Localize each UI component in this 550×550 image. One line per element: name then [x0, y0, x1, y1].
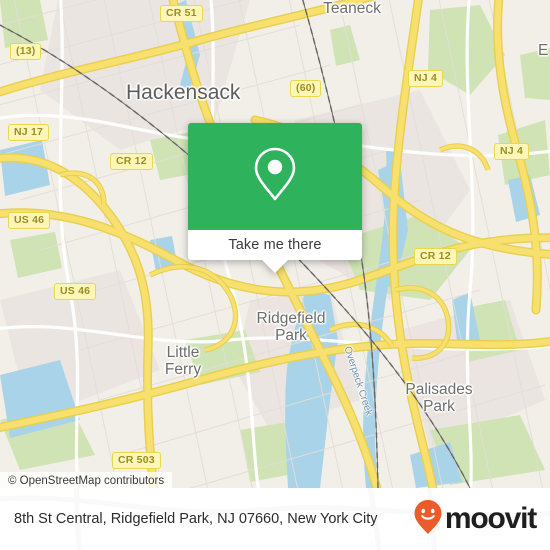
screenshot-root: Teaneck Hackensack Ridgefield Park Littl…: [0, 0, 550, 550]
map-label-palisades-park: Palisades Park: [405, 381, 473, 415]
map-shield-nj-4-east: NJ 4: [494, 143, 529, 160]
map-label-hackensack: Hackensack: [126, 81, 241, 104]
map-pin-icon: [253, 146, 297, 207]
map-shield-nj-17: NJ 17: [8, 124, 50, 141]
map-shield-us-46-west: US 46: [8, 212, 51, 229]
map-label-teaneck: Teaneck: [323, 0, 381, 17]
callout-action[interactable]: Take me there: [188, 230, 362, 273]
moovit-wordmark: moovit: [444, 502, 537, 535]
map-label-englewood-partial: E: [538, 42, 549, 59]
footer-bar: 8th St Central, Ridgefield Park, NJ 0766…: [0, 488, 550, 550]
location-address: 8th St Central, Ridgefield Park, NJ 0766…: [14, 511, 378, 527]
map-shield-cr-12-west: CR 12: [110, 153, 153, 170]
map-shield-cr-503: CR 503: [112, 452, 161, 469]
map-shield-cr-12-east: CR 12: [414, 248, 457, 265]
moovit-smiley-pin-icon: [413, 499, 443, 540]
location-callout-card[interactable]: Take me there: [188, 123, 362, 273]
map-shield-us-46-south: US 46: [54, 283, 97, 300]
take-me-there-label: Take me there: [228, 237, 322, 253]
map-label-ridgefield-park: Ridgefield Park: [256, 310, 326, 344]
map-label-little-ferry: Little Ferry: [164, 344, 202, 378]
map-shield-13: (13): [10, 43, 42, 60]
map-viewport[interactable]: Teaneck Hackensack Ridgefield Park Littl…: [0, 0, 550, 488]
callout-header: [188, 123, 362, 230]
map-shield-cr-51: CR 51: [160, 5, 203, 22]
moovit-logo[interactable]: moovit: [413, 499, 537, 540]
map-shield-nj-4-north: NJ 4: [408, 70, 443, 87]
osm-attribution[interactable]: © OpenStreetMap contributors: [0, 472, 173, 488]
callout-pointer-tail: [262, 260, 288, 273]
map-shield-60: (60): [290, 80, 322, 97]
